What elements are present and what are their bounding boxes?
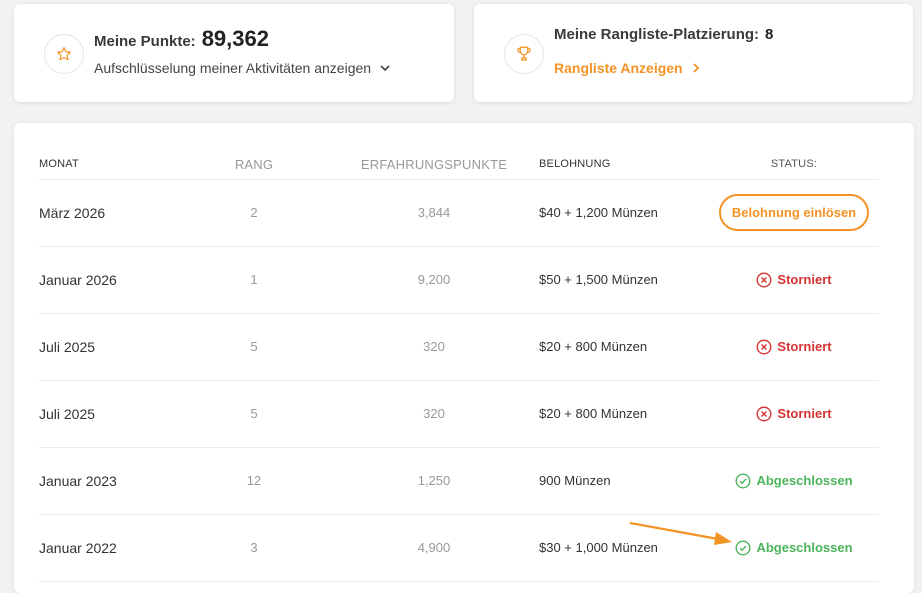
row-reward: 900 Münzen (539, 473, 611, 488)
header-rank: RANG (234, 156, 274, 172)
row-month: Juli 2025 (39, 405, 96, 422)
row-month: März 2026 (39, 204, 106, 221)
row-xp: 3,844 (417, 205, 451, 220)
activity-breakdown-toggle[interactable]: Aufschlüsselung meiner Aktivitäten anzei… (94, 60, 391, 76)
table-row: Juli 2025 5 320 $20 + 800 Münzen Stornie… (39, 380, 879, 448)
points-title: Meine Punkte: 89,362 (94, 26, 269, 52)
cancel-circle-icon (756, 271, 772, 288)
row-month: Juli 2025 (39, 338, 96, 355)
row-status: Storniert (729, 380, 859, 447)
chevron-down-icon (380, 65, 390, 72)
points-label: Meine Punkte: (94, 33, 196, 50)
rewards-table: MONAT RANG ERFAHRUNGSPUNKTE BELOHNUNG ST… (14, 123, 914, 593)
status-label: Storniert (777, 272, 832, 287)
rank-value: 8 (765, 26, 774, 43)
header-month: MONAT (39, 158, 79, 170)
star-icon (44, 34, 84, 74)
points-card: Meine Punkte: 89,362 Aufschlüsselung mei… (14, 4, 454, 102)
activity-breakdown-label: Aufschlüsselung meiner Aktivitäten anzei… (94, 60, 372, 76)
annotation-arrow (629, 521, 732, 545)
row-xp: 4,900 (417, 540, 451, 555)
row-rank: 12 (246, 473, 262, 488)
cancel-circle-icon (756, 338, 772, 355)
row-xp: 320 (423, 406, 445, 421)
header-reward: BELOHNUNG (539, 158, 611, 170)
row-rank: 5 (250, 339, 258, 354)
table-row: Januar 2026 1 9,200 $50 + 1,500 Münzen S… (39, 246, 879, 314)
redeem-reward-button[interactable]: Belohnung einlösen (718, 194, 870, 231)
row-rank: 1 (250, 272, 258, 287)
row-reward: $50 + 1,500 Münzen (539, 272, 658, 287)
status-label: Storniert (777, 406, 832, 421)
header-status: STATUS: (770, 158, 818, 170)
row-reward: $20 + 800 Münzen (539, 339, 648, 354)
row-status: Storniert (729, 246, 859, 313)
status-completed: Abgeschlossen (735, 472, 853, 489)
status-label: Storniert (777, 339, 832, 354)
rank-title: Meine Rangliste-Platzierung: 8 (554, 26, 773, 43)
status-cancelled: Storniert (756, 338, 832, 355)
table-row: Juli 2025 5 320 $20 + 800 Münzen Stornie… (39, 313, 879, 381)
leaderboard-link-label: Rangliste Anzeigen (554, 60, 683, 76)
row-xp: 9,200 (417, 272, 451, 287)
row-status: Belohnung einlösen (718, 179, 870, 246)
row-status: Abgeschlossen (729, 514, 859, 581)
status-completed: Abgeschlossen (735, 539, 853, 556)
chevron-right-icon (692, 63, 699, 73)
table-row: Januar 2023 12 1,250 900 Münzen Abgeschl… (39, 447, 879, 515)
row-rank: 5 (250, 406, 258, 421)
row-month: Januar 2022 (39, 539, 117, 556)
check-circle-icon (735, 472, 751, 489)
row-rank: 3 (250, 540, 258, 555)
status-cancelled: Storniert (756, 405, 832, 422)
rank-label: Meine Rangliste-Platzierung: (554, 26, 760, 43)
row-status: Storniert (729, 313, 859, 380)
table-header: MONAT RANG ERFAHRUNGSPUNKTE BELOHNUNG ST… (39, 149, 879, 180)
table-row: März 2026 2 3,844 $40 + 1,200 Münzen Bel… (39, 179, 879, 247)
trophy-icon (504, 34, 544, 74)
table-row: Januar 2022 3 4,900 $30 + 1,000 Münzen A… (39, 514, 879, 582)
row-rank: 2 (250, 205, 258, 220)
leaderboard-link[interactable]: Rangliste Anzeigen (554, 60, 701, 76)
status-label: Abgeschlossen (756, 473, 853, 488)
row-reward: $40 + 1,200 Münzen (539, 205, 658, 220)
points-value: 89,362 (201, 26, 269, 51)
row-xp: 1,250 (417, 473, 451, 488)
row-month: Januar 2023 (39, 472, 117, 489)
status-cancelled: Storniert (756, 271, 832, 288)
cancel-circle-icon (756, 405, 772, 422)
rank-card: Meine Rangliste-Platzierung: 8 Rangliste… (474, 4, 913, 102)
row-status: Abgeschlossen (729, 447, 859, 514)
header-xp: ERFAHRUNGSPUNKTE (360, 156, 508, 172)
row-reward: $20 + 800 Münzen (539, 406, 648, 421)
row-month: Januar 2026 (39, 271, 117, 288)
status-label: Abgeschlossen (756, 540, 853, 555)
row-xp: 320 (423, 339, 445, 354)
